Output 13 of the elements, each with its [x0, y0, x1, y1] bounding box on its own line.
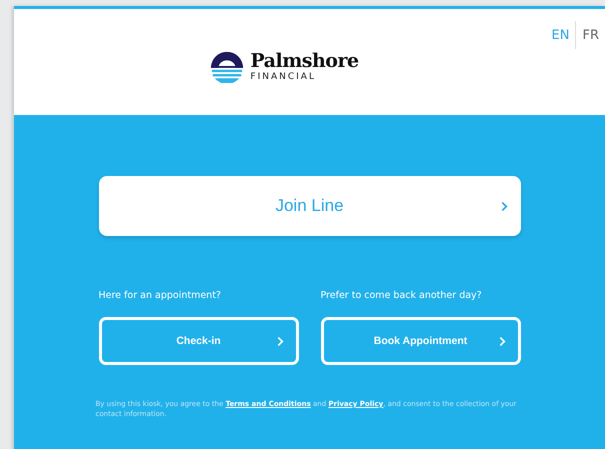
chevron-icon — [500, 200, 508, 212]
option-button[interactable]: Book Appointment — [320, 317, 520, 365]
option-prompt: Here for an appointment? — [98, 290, 222, 301]
join-line-button[interactable]: Join Line — [98, 176, 520, 236]
logo-icon — [210, 49, 244, 83]
brand-tagline: FINANCIAL — [250, 72, 317, 82]
language-tab[interactable]: FR — [576, 26, 605, 44]
chevron-icon — [498, 336, 506, 346]
option-prompt: Prefer to come back another day? — [320, 290, 483, 301]
brand-name: Palmshore — [250, 50, 359, 72]
language-tab[interactable]: EN — [546, 26, 576, 44]
chevron-icon — [276, 336, 284, 346]
option-button[interactable]: Check-in — [98, 317, 298, 365]
